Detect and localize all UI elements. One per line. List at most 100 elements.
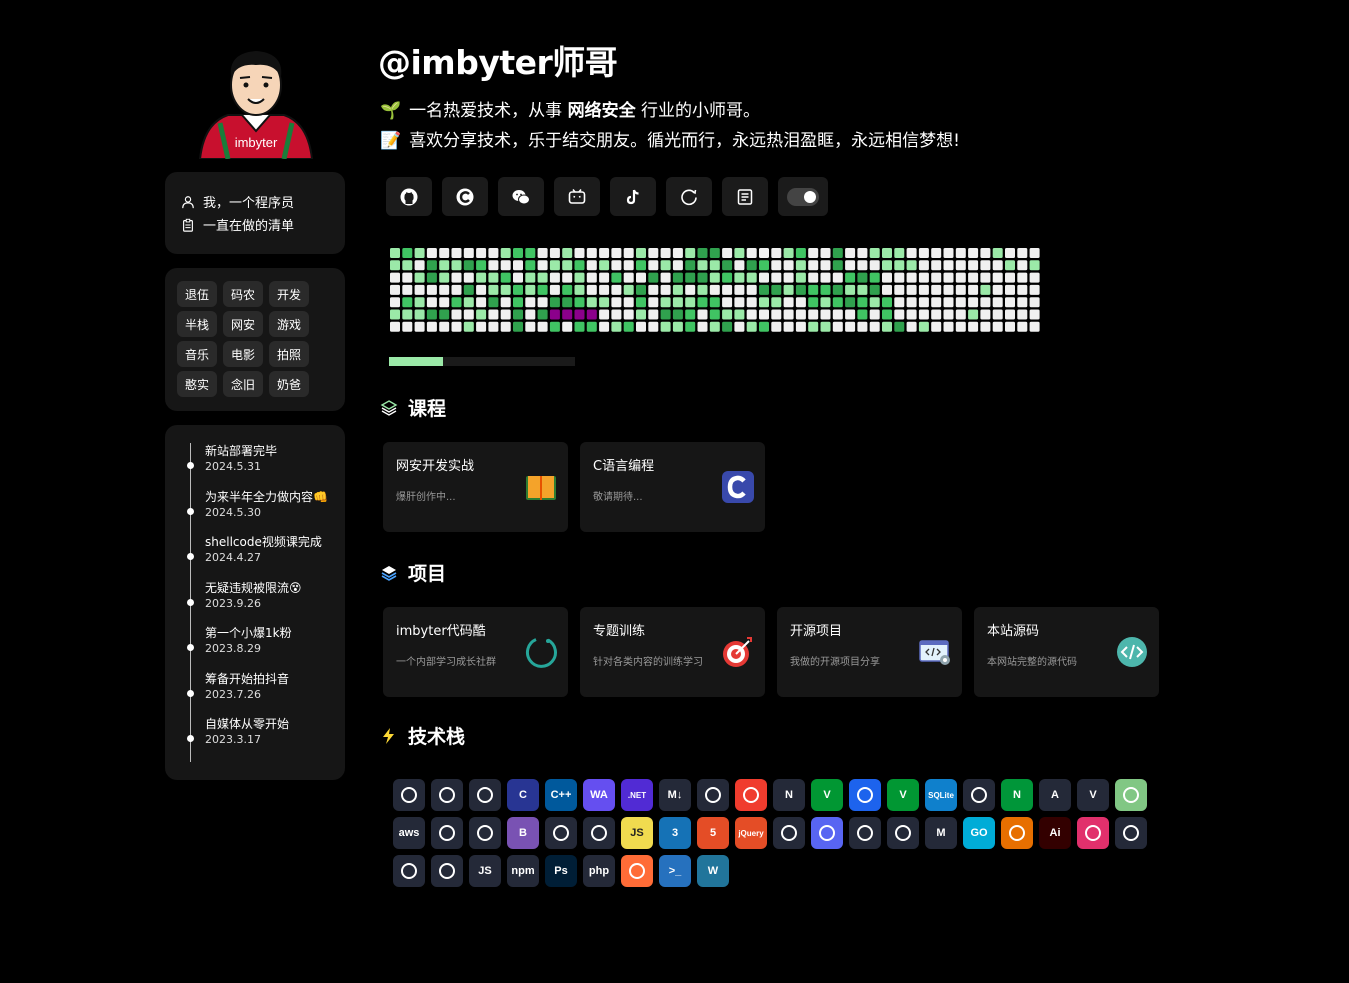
- contribution-cell: [943, 248, 954, 258]
- tag[interactable]: 奶爸: [269, 371, 309, 397]
- java-icon[interactable]: [1001, 817, 1033, 849]
- ubuntu-icon[interactable]: [773, 817, 805, 849]
- github-link[interactable]: [386, 177, 432, 216]
- visual-studio-icon[interactable]: [431, 779, 463, 811]
- contribution-cell: [586, 309, 597, 320]
- cpp-icon[interactable]: C++: [545, 779, 577, 811]
- illustrator-icon[interactable]: Ai: [1039, 817, 1071, 849]
- windows-icon[interactable]: [393, 779, 425, 811]
- toggle-switch[interactable]: [787, 187, 819, 206]
- contribution-cell: [623, 284, 634, 295]
- vite-icon[interactable]: [431, 817, 463, 849]
- project-card-source[interactable]: 本站源码 本网站完整的源代码: [974, 607, 1159, 697]
- tag[interactable]: 网安: [223, 311, 263, 337]
- vue-icon[interactable]: V: [1077, 779, 1109, 811]
- java-glyph: [1009, 825, 1025, 841]
- tag[interactable]: 游戏: [269, 311, 309, 337]
- eclipse-icon[interactable]: [849, 817, 881, 849]
- tag[interactable]: 憨实: [177, 371, 217, 397]
- contribution-cell: [808, 272, 819, 283]
- jquery-icon[interactable]: jQuery: [735, 817, 767, 849]
- aws-icon[interactable]: aws: [393, 817, 425, 849]
- postman-icon[interactable]: [621, 855, 653, 887]
- go-icon[interactable]: GO: [963, 817, 995, 849]
- gmail-icon[interactable]: M: [925, 817, 957, 849]
- discord-icon[interactable]: [811, 817, 843, 849]
- discord-glyph: [819, 825, 835, 841]
- notion-icon[interactable]: N: [773, 779, 805, 811]
- course-card-c[interactable]: C语言编程 敬请期待...: [580, 442, 765, 532]
- tag[interactable]: 拍照: [269, 341, 309, 367]
- contribution-cell: [1029, 321, 1040, 332]
- webassembly-icon[interactable]: WA: [583, 779, 615, 811]
- html5-icon[interactable]: 5: [697, 817, 729, 849]
- cloudflare-icon[interactable]: [545, 817, 577, 849]
- box-icon[interactable]: [1115, 817, 1147, 849]
- nodejs-icon[interactable]: JS: [469, 855, 501, 887]
- project-card-codeku[interactable]: imbyter代码酷 一个内部学习成长社群: [383, 607, 568, 697]
- bun-icon[interactable]: [469, 817, 501, 849]
- react-icon[interactable]: [1115, 779, 1147, 811]
- tag[interactable]: 音乐: [177, 341, 217, 367]
- refresh-link[interactable]: [666, 177, 712, 216]
- git-icon[interactable]: [735, 779, 767, 811]
- github-icon[interactable]: [887, 817, 919, 849]
- tag[interactable]: 半栈: [177, 311, 217, 337]
- vite-glyph: [439, 825, 455, 841]
- contribution-cell: [1005, 309, 1015, 320]
- contribution-cell: [795, 260, 806, 271]
- arch-icon[interactable]: [583, 817, 615, 849]
- docker-icon[interactable]: [849, 779, 881, 811]
- laravel-icon[interactable]: [393, 855, 425, 887]
- powershell-icon[interactable]: >_: [659, 855, 691, 887]
- mysql-icon[interactable]: [963, 779, 995, 811]
- bootstrap-icon[interactable]: B: [507, 817, 539, 849]
- contribution-cell: [857, 321, 868, 332]
- course-card-netsec[interactable]: 网安开发实战 爆肝创作中...: [383, 442, 568, 532]
- wechat-link[interactable]: [498, 177, 544, 216]
- tag[interactable]: 电影: [223, 341, 263, 367]
- timeline-date: 2024.4.27: [205, 551, 261, 564]
- tag-list: 退伍 码农 开发半栈 网安 游戏音乐 电影 拍照憨实 念旧 奶爸: [177, 281, 333, 397]
- tag[interactable]: 码农: [223, 281, 263, 307]
- tiktok-link[interactable]: [610, 177, 656, 216]
- project-card-training[interactable]: 专题训练 针对各类内容的训练学习: [580, 607, 765, 697]
- photoshop-icon[interactable]: Ps: [545, 855, 577, 887]
- vscode-icon[interactable]: [469, 779, 501, 811]
- csdn-link[interactable]: [442, 177, 488, 216]
- vim-icon[interactable]: V: [811, 779, 843, 811]
- contribution-cell: [648, 284, 659, 295]
- bio-text: 喜欢分享技术，乐于结交朋友。循光而行，永远热泪盈眶，永远相信梦想!: [409, 131, 960, 151]
- sqlite-icon[interactable]: SQLite: [925, 779, 957, 811]
- theme-toggle[interactable]: [778, 177, 828, 216]
- contribution-cell: [955, 248, 966, 258]
- avatar[interactable]: imbyter: [198, 45, 314, 159]
- css3-icon[interactable]: 3: [659, 817, 691, 849]
- c-icon[interactable]: C: [507, 779, 539, 811]
- wordpress-icon[interactable]: W: [697, 855, 729, 887]
- contribution-cell: [426, 248, 437, 258]
- blog-link[interactable]: [722, 177, 768, 216]
- javascript-icon[interactable]: JS: [621, 817, 653, 849]
- python-icon[interactable]: [697, 779, 729, 811]
- tag[interactable]: 念旧: [223, 371, 263, 397]
- contribution-cell: [1029, 248, 1040, 258]
- contribution-cell: [759, 297, 769, 308]
- markdown-icon[interactable]: M↓: [659, 779, 691, 811]
- project-card-opensource[interactable]: 开源项目 我做的开源项目分享: [777, 607, 962, 697]
- tag[interactable]: 开发: [269, 281, 309, 307]
- php-icon[interactable]: php: [583, 855, 615, 887]
- profile-item-programmer[interactable]: 我，一个程序员: [181, 190, 329, 213]
- tag[interactable]: 退伍: [177, 281, 217, 307]
- instagram-icon[interactable]: [1077, 817, 1109, 849]
- npm-icon[interactable]: npm: [507, 855, 539, 887]
- linux-icon[interactable]: [431, 855, 463, 887]
- nginx-icon[interactable]: N: [1001, 779, 1033, 811]
- profile-item-checklist[interactable]: 一直在做的清单: [181, 213, 329, 236]
- vim2-icon[interactable]: V: [887, 779, 919, 811]
- c-label: C: [519, 789, 527, 801]
- dotnet-icon[interactable]: .NET: [621, 779, 653, 811]
- contribution-cell: [968, 321, 979, 332]
- angular-icon[interactable]: A: [1039, 779, 1071, 811]
- bilibili-link[interactable]: [554, 177, 600, 216]
